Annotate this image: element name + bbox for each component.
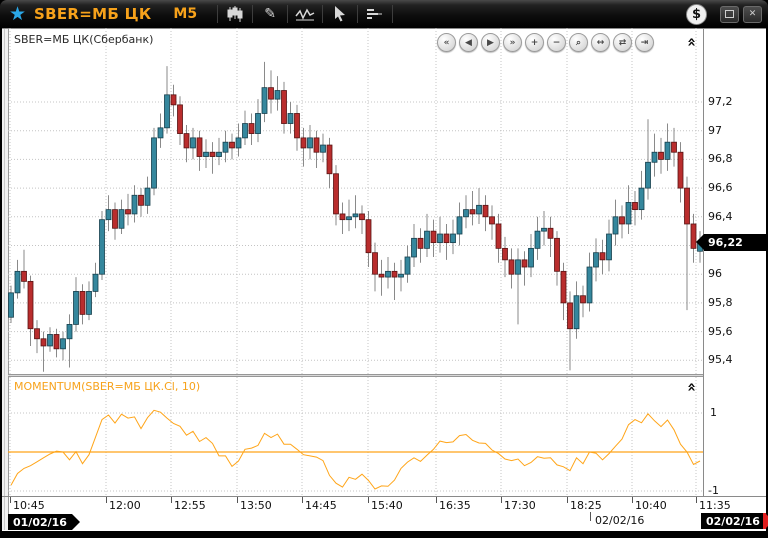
compress-horizontal-button[interactable]: ↔ [591, 33, 610, 52]
price-axis-label: 95,4 [708, 353, 733, 367]
time-axis-label: 15:40 [371, 499, 403, 512]
scroll-to-end-button[interactable]: ⇥ [635, 33, 654, 52]
time-axis-tick [436, 497, 437, 503]
zoom-in-button[interactable]: + [525, 33, 544, 52]
time-axis-label: 12:55 [174, 499, 206, 512]
momentum-pane-title: MOMENTUM(SBER=МБ ЦК.Cl, 10) [14, 380, 201, 393]
plot-right-border [703, 29, 704, 496]
time-axis-label: 12:00 [109, 499, 141, 512]
time-axis-label: 11:35 [699, 499, 731, 512]
time-axis-tick [632, 497, 633, 503]
price-pane-title: SBER=МБ ЦК(Сбербанк) [14, 33, 154, 46]
scroll-fast-left-button[interactable]: « [437, 33, 456, 52]
time-axis-tick [368, 497, 369, 503]
date-label-mid: 02/02/16 [595, 514, 645, 527]
price-axis-label: 96,6 [708, 181, 733, 195]
time-axis-label: 14:45 [305, 499, 337, 512]
momentum-axis-lo: -1 [708, 484, 719, 497]
price-axis-label: 96,4 [708, 209, 733, 223]
time-axis-tick [302, 497, 303, 503]
time-axis-tick [106, 497, 107, 503]
time-axis-label: 16:35 [439, 499, 471, 512]
time-axis-label: 17:30 [504, 499, 536, 512]
compress-candles-button[interactable]: ⇄ [613, 33, 632, 52]
price-axis-label: 95,8 [708, 295, 733, 309]
date-badge-right: 02/02/16 [701, 513, 768, 529]
date-badge-left: 01/02/16 [8, 514, 80, 530]
price-axis-label: 97 [708, 123, 722, 137]
last-price-badge: 96,22 [696, 234, 768, 251]
time-axis-tick [696, 497, 697, 503]
trading-terminal-window: ★ SBER=МБ ЦК M5 ✎ $ ✕ SBER=МБ ЦК(Сбербан… [0, 0, 768, 538]
collapse-price-pane-icon[interactable]: » [682, 37, 700, 47]
zoom-region-button[interactable]: ⌕ [569, 33, 588, 52]
price-axis-label: 96,8 [708, 152, 733, 166]
time-axis-tick [237, 497, 238, 503]
time-axis-label: 13:50 [240, 499, 272, 512]
date-mid-tick [590, 512, 591, 521]
zoom-out-button[interactable]: − [547, 33, 566, 52]
time-axis-tick [501, 497, 502, 503]
scroll-left-button[interactable]: ◀ [459, 33, 478, 52]
scroll-right-button[interactable]: ▶ [481, 33, 500, 52]
price-axis-label: 97,2 [708, 95, 733, 108]
price-axis-label: 96 [708, 267, 722, 281]
momentum-chart[interactable] [8, 377, 703, 496]
time-axis-tick [10, 497, 11, 503]
scroll-fast-right-button[interactable]: » [503, 33, 522, 52]
price-chart[interactable] [8, 28, 703, 374]
time-axis-label: 18:25 [570, 499, 602, 512]
time-axis-tick [171, 497, 172, 503]
time-axis-label: 10:45 [13, 499, 45, 512]
price-axis-label: 95,6 [708, 324, 733, 338]
chart-nav-toolbar: «◀ ▶» + − ⌕ ↔ ⇄ ⇥ [437, 33, 654, 52]
collapse-momentum-pane-icon[interactable]: » [682, 382, 700, 392]
time-axis-label: 10:40 [635, 499, 667, 512]
time-axis-tick [567, 497, 568, 503]
momentum-axis-hi: 1 [710, 406, 717, 419]
time-axis-border [2, 496, 766, 497]
